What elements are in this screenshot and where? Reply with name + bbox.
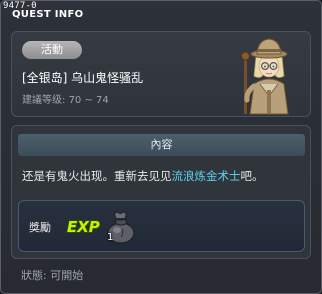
description-text: 还是有鬼火出现。重新去见见 — [22, 169, 172, 183]
exp-icon: EXP — [66, 217, 100, 236]
recommended-level: 建議等级: 70 ~ 74 — [22, 91, 109, 106]
npc-alchemist-portrait — [241, 38, 289, 115]
reward-label: 獎勵 — [29, 221, 51, 234]
quest-info-window: 9477-0 QUEST INFO 活動 [全银岛] 乌山鬼怪骚乱 建議等级: … — [0, 0, 322, 294]
quest-info-panel: 活動 [全银岛] 乌山鬼怪骚乱 建議等级: 70 ~ 74 — [11, 31, 311, 117]
reward-item-count: 1 — [107, 232, 114, 243]
description-text-end: 吧。 — [240, 169, 264, 183]
content-panel: 內容 还是有鬼火出现。重新去见见流浪炼金术士吧。 獎勵 EXP 1 — [11, 125, 311, 259]
window-title: QUEST INFO — [12, 9, 84, 20]
quest-description: 还是有鬼火出现。重新去见见流浪炼金术士吧。 — [22, 168, 264, 184]
category-badge: 活動 — [22, 41, 82, 59]
reward-box: 獎勵 EXP 1 — [18, 200, 305, 252]
npc-name-link[interactable]: 流浪炼金术士 — [172, 169, 241, 183]
level-range: 70 ~ 74 — [68, 95, 109, 106]
content-header: 內容 — [18, 134, 305, 156]
status-label: 狀態: — [21, 269, 47, 282]
exp-text: EXP — [67, 218, 100, 236]
quest-status: 狀態: 可開始 — [21, 267, 83, 283]
status-value: 可開始 — [50, 269, 84, 282]
level-label: 建議等级: — [22, 95, 66, 106]
quest-name: [全银岛] 乌山鬼怪骚乱 — [22, 71, 144, 85]
